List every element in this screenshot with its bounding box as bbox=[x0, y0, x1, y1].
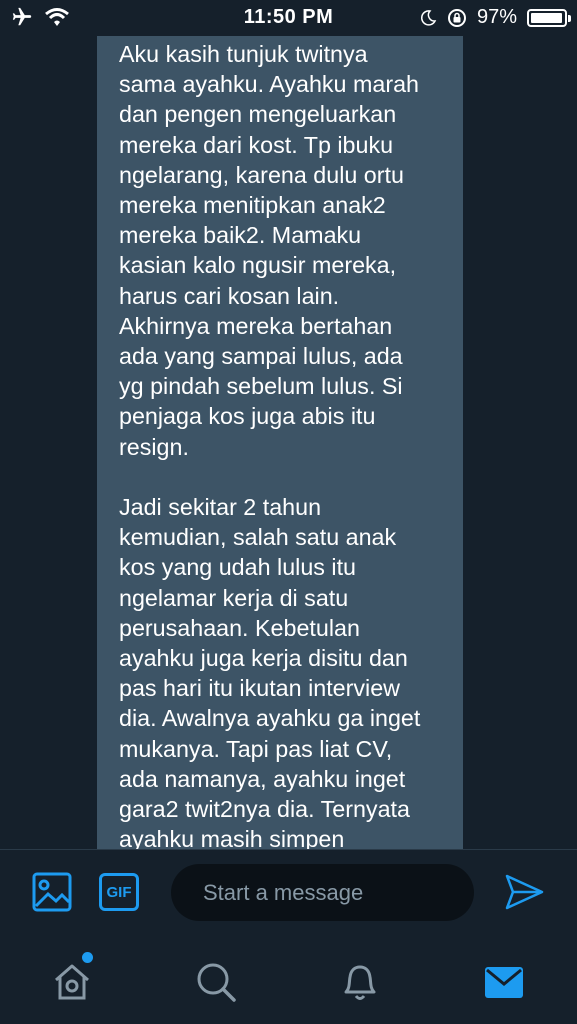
gif-button[interactable]: GIF bbox=[99, 873, 139, 911]
notifications-icon[interactable] bbox=[338, 960, 382, 1004]
home-notification-dot bbox=[82, 952, 93, 963]
image-icon[interactable] bbox=[32, 872, 72, 912]
rotation-lock-icon bbox=[447, 8, 466, 27]
battery-percent: 97% bbox=[476, 6, 517, 28]
home-icon[interactable] bbox=[50, 960, 94, 1004]
message-input[interactable]: Start a message bbox=[171, 864, 474, 921]
search-icon[interactable] bbox=[194, 960, 238, 1004]
moon-icon bbox=[420, 9, 437, 26]
tab-bar bbox=[0, 938, 577, 1024]
status-right: 97% bbox=[419, 6, 571, 29]
conversation[interactable]: Aku kasih tunjuk twitnya sama ayahku. Ay… bbox=[0, 36, 577, 849]
status-bar: 11:50 PM 97% bbox=[0, 0, 577, 36]
battery-icon bbox=[527, 8, 571, 27]
messages-icon[interactable] bbox=[482, 960, 526, 1004]
message-bubble[interactable]: Aku kasih tunjuk twitnya sama ayahku. Ay… bbox=[97, 36, 463, 849]
send-icon[interactable] bbox=[503, 872, 545, 912]
